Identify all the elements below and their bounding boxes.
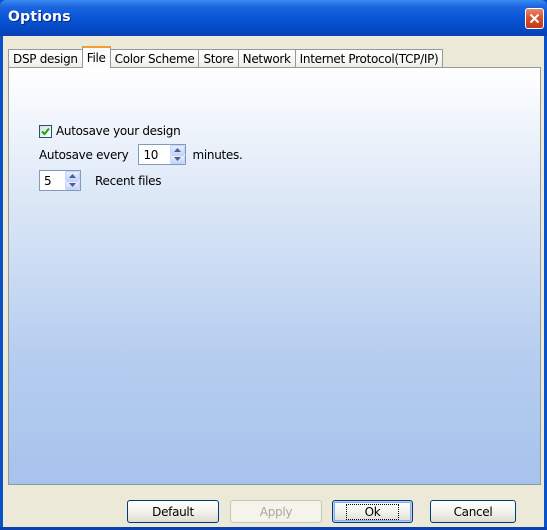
default-button[interactable]: Default [127, 500, 219, 523]
close-icon [529, 13, 540, 24]
spin-down-icon [69, 183, 76, 188]
spin-down-icon [174, 157, 182, 162]
tab-network[interactable]: Network [237, 49, 296, 68]
tab-internet-protocol[interactable]: Internet Protocol(TCP/IP) [294, 49, 444, 68]
cancel-button[interactable]: Cancel [430, 500, 516, 523]
tab-color-scheme[interactable]: Color Scheme [109, 49, 200, 68]
ok-button[interactable]: Ok [332, 500, 413, 523]
autosave-row: Autosave your design [39, 124, 181, 138]
checkmark-icon [41, 127, 50, 135]
recent-files-value[interactable]: 5 [40, 171, 52, 190]
options-dialog: Options DSP design File Color Scheme Sto… [0, 0, 547, 530]
tab-file[interactable]: File [81, 46, 111, 68]
autosave-interval-row: Autosave every 10 minutes. [39, 144, 243, 165]
spin-up-icon [174, 147, 182, 152]
recent-files-row: 5 Recent files [39, 170, 162, 191]
autosave-spin-up-button[interactable] [170, 145, 186, 155]
autosave-suffix-label: minutes. [192, 147, 243, 162]
autosave-checkbox[interactable] [39, 124, 52, 138]
ok-button-label: Ok [345, 503, 400, 520]
recent-spin-down-button[interactable] [65, 180, 80, 190]
autosave-interval-spinner[interactable]: 10 [138, 144, 187, 165]
recent-files-label: Recent files [95, 173, 162, 188]
close-button[interactable] [525, 8, 544, 29]
dialog-client-area: DSP design File Color Scheme Store Netwo… [3, 36, 544, 527]
spin-up-icon [69, 173, 76, 178]
recent-files-spinner[interactable]: 5 [39, 170, 81, 191]
file-tab-panel: Autosave your design Autosave every 10 m… [8, 67, 541, 485]
tab-strip: DSP design File Color Scheme Store Netwo… [8, 46, 444, 68]
button-bar: Default Apply Ok Cancel [3, 485, 544, 527]
apply-button[interactable]: Apply [230, 500, 322, 523]
autosave-spin-down-button[interactable] [170, 154, 186, 164]
autosave-checkbox-label[interactable]: Autosave your design [56, 124, 181, 138]
recent-spin-up-button[interactable] [65, 171, 80, 181]
tab-dsp-design[interactable]: DSP design [8, 49, 83, 68]
title-bar[interactable]: Options [0, 0, 547, 36]
tab-store[interactable]: Store [198, 49, 239, 68]
autosave-interval-value[interactable]: 10 [139, 145, 158, 164]
window-title: Options [8, 9, 71, 25]
autosave-prefix-label: Autosave every [39, 147, 129, 162]
